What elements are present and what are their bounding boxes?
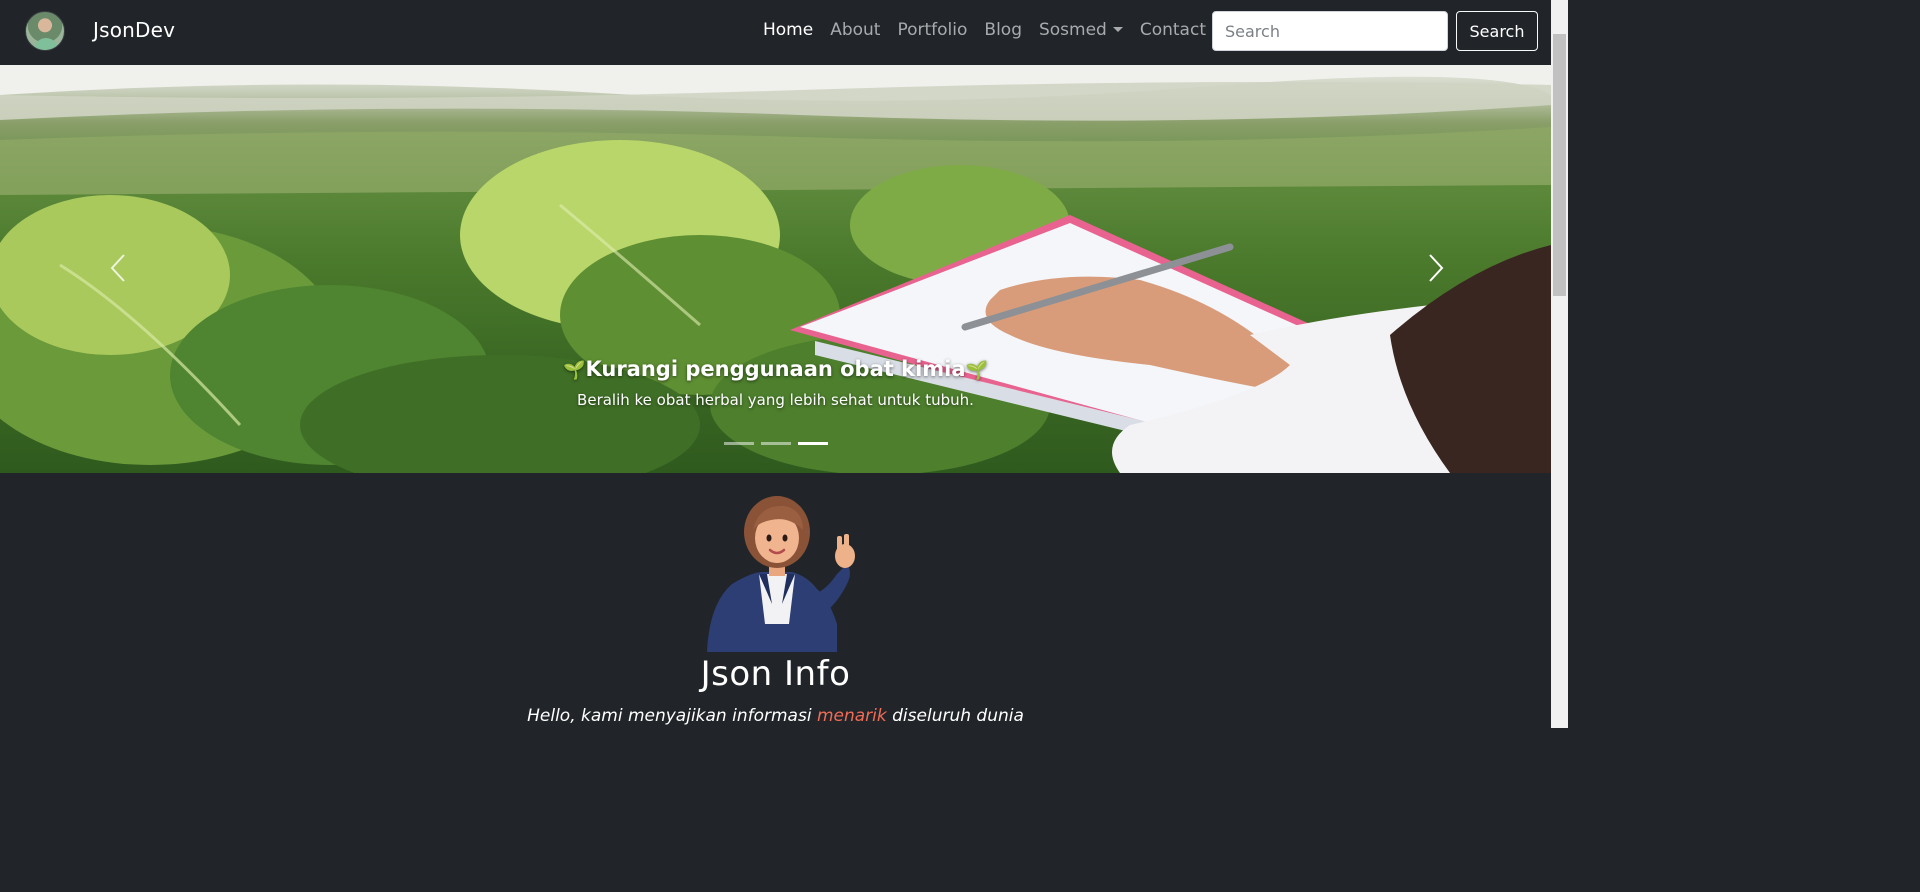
info-title: Json Info: [700, 654, 851, 694]
navbar: JsonDev Home About Portfolio Blog Sosmed…: [0, 0, 1551, 65]
info-subtitle: Hello, kami menyajikan informasi menarik…: [0, 706, 1551, 726]
chevron-right-icon: [1429, 254, 1444, 282]
caption-title: 🌱Kurangi penggunaan obat kimia🌱: [0, 357, 1551, 381]
carousel-indicator-1[interactable]: [724, 442, 754, 445]
search-input[interactable]: [1212, 11, 1448, 51]
caption-text: Beralih ke obat herbal yang lebih sehat …: [577, 391, 974, 409]
chevron-left-icon: [110, 254, 125, 282]
page-scrollbar[interactable]: [1551, 0, 1568, 728]
nav-link-home[interactable]: Home: [763, 20, 813, 40]
sprout-icon: 🌱: [563, 360, 586, 381]
character-illustration: [707, 496, 855, 652]
caret-down-icon: [1112, 27, 1123, 32]
carousel-prev-button[interactable]: [104, 253, 134, 283]
sprout-icon: 🌱: [965, 360, 988, 381]
scrollbar-thumb[interactable]: [1553, 34, 1566, 296]
nav-link-blog[interactable]: Blog: [984, 20, 1022, 40]
nav-links: Home About Portfolio Blog Sosmed Contact: [763, 20, 1206, 40]
carousel-indicator-2[interactable]: [761, 442, 791, 445]
info-subtitle-before: Hello, kami menyajikan informasi: [527, 706, 817, 726]
nav-link-contact[interactable]: Contact: [1140, 20, 1206, 40]
carousel-next-button[interactable]: [1420, 253, 1450, 283]
carousel-indicators: [724, 442, 828, 445]
nav-link-portfolio[interactable]: Portfolio: [897, 20, 967, 40]
info-subtitle-accent: menarik: [816, 706, 887, 726]
carousel-caption: 🌱Kurangi penggunaan obat kimia🌱 Beralih …: [0, 357, 1551, 409]
search-button[interactable]: Search: [1456, 11, 1538, 51]
brand-name[interactable]: JsonDev: [93, 18, 175, 42]
carousel-indicator-3[interactable]: [798, 442, 828, 445]
info-subtitle-after: diseluruh dunia: [886, 706, 1024, 726]
nav-link-about[interactable]: About: [830, 20, 880, 40]
brand-avatar[interactable]: [25, 11, 65, 51]
nav-dropdown-sosmed[interactable]: Sosmed: [1039, 20, 1123, 40]
nav-dropdown-label: Sosmed: [1038, 20, 1107, 40]
hero-carousel: 🌱Kurangi penggunaan obat kimia🌱 Beralih …: [0, 65, 1551, 473]
caption-title-text: Kurangi penggunaan obat kimia: [585, 357, 966, 381]
hero-image: [0, 65, 1551, 473]
